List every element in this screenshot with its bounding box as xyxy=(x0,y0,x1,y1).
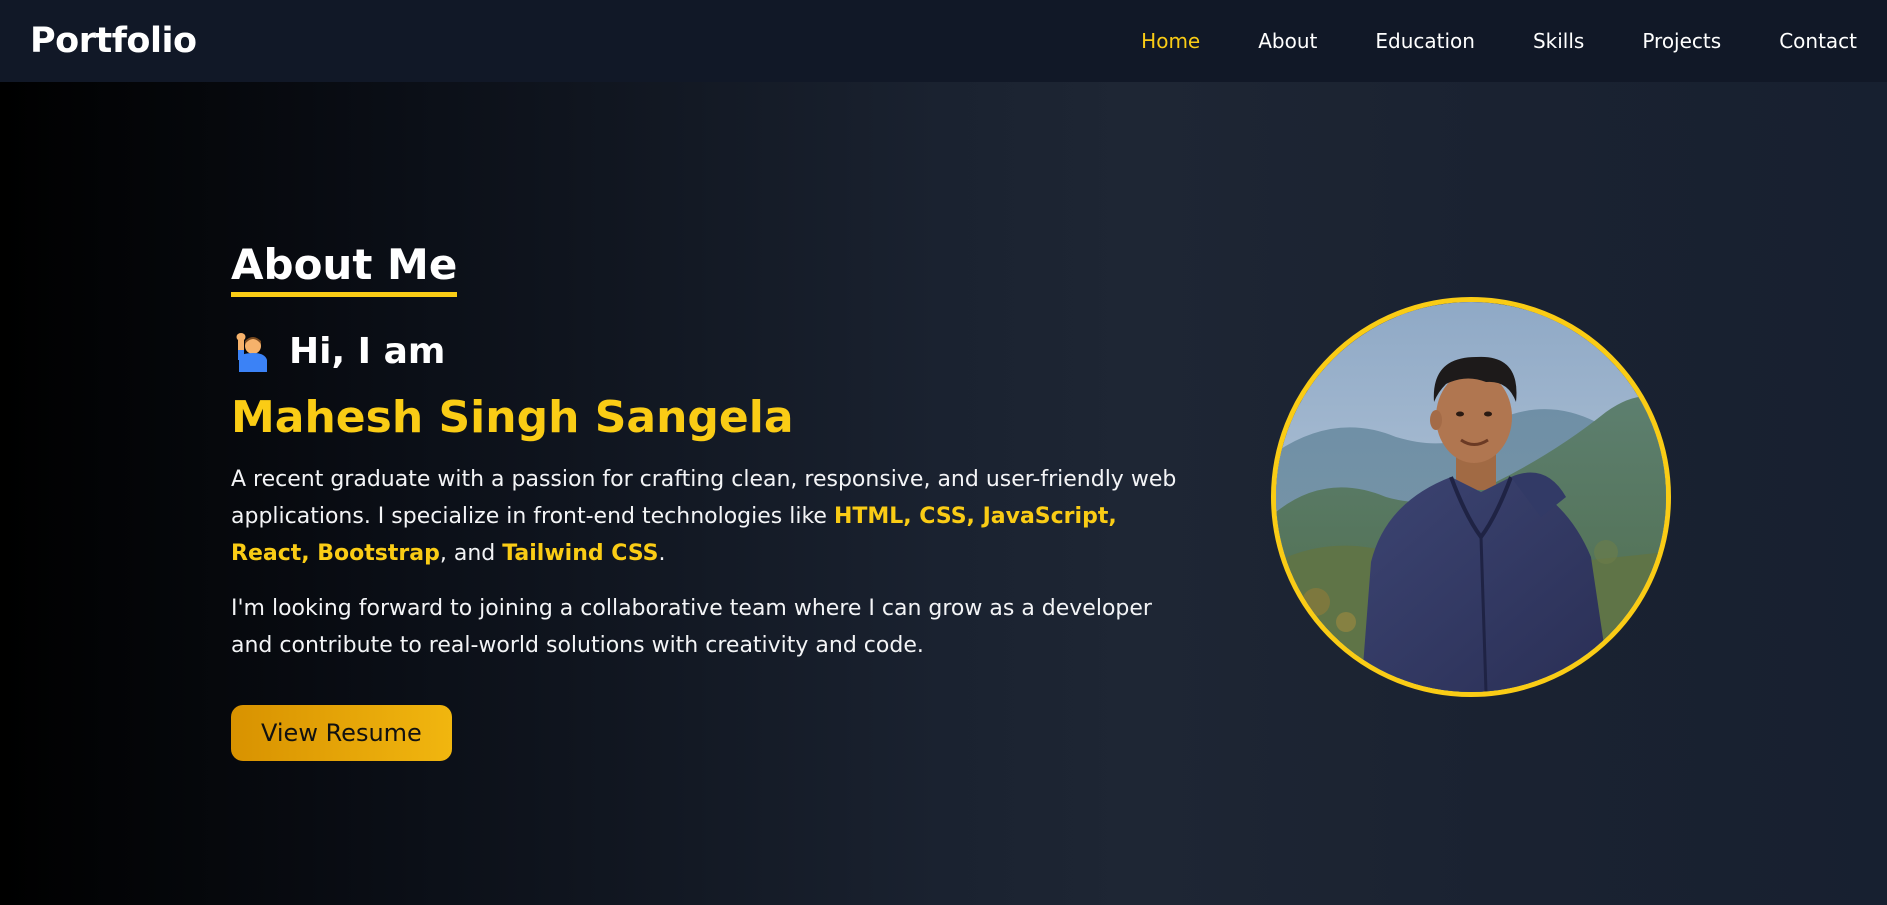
raising-hand-emoji-icon xyxy=(231,332,271,372)
about-section: About Me Hi, I am Mahesh Singh Sangela A… xyxy=(231,240,1211,761)
nav-link-education[interactable]: Education xyxy=(1375,29,1475,53)
intro-text-end: . xyxy=(658,540,666,566)
intro-paragraph: A recent graduate with a passion for cra… xyxy=(231,461,1191,572)
person-name: Mahesh Singh Sangela xyxy=(231,392,794,444)
tech-highlight-tailwind: Tailwind CSS xyxy=(502,540,659,566)
navbar: Portfolio Home About Education Skills Pr… xyxy=(0,0,1887,82)
nav-link-home[interactable]: Home xyxy=(1141,29,1200,53)
nav-link-projects[interactable]: Projects xyxy=(1642,29,1721,53)
profile-photo xyxy=(1271,297,1671,697)
greeting-text: Hi, I am xyxy=(289,331,446,373)
profile-photo-illustration xyxy=(1276,302,1666,692)
nav-links: Home About Education Skills Projects Con… xyxy=(1083,29,1857,53)
goal-paragraph: I'm looking forward to joining a collabo… xyxy=(231,595,1152,658)
greeting-row: Hi, I am xyxy=(231,331,1211,372)
intro-text-mid: , and xyxy=(439,540,503,566)
view-resume-button[interactable]: View Resume xyxy=(231,704,452,761)
section-title: About Me xyxy=(231,240,458,298)
brand-logo[interactable]: Portfolio xyxy=(30,21,197,61)
nav-link-contact[interactable]: Contact xyxy=(1779,29,1857,53)
nav-link-about[interactable]: About xyxy=(1258,29,1317,53)
nav-link-skills[interactable]: Skills xyxy=(1533,29,1584,53)
